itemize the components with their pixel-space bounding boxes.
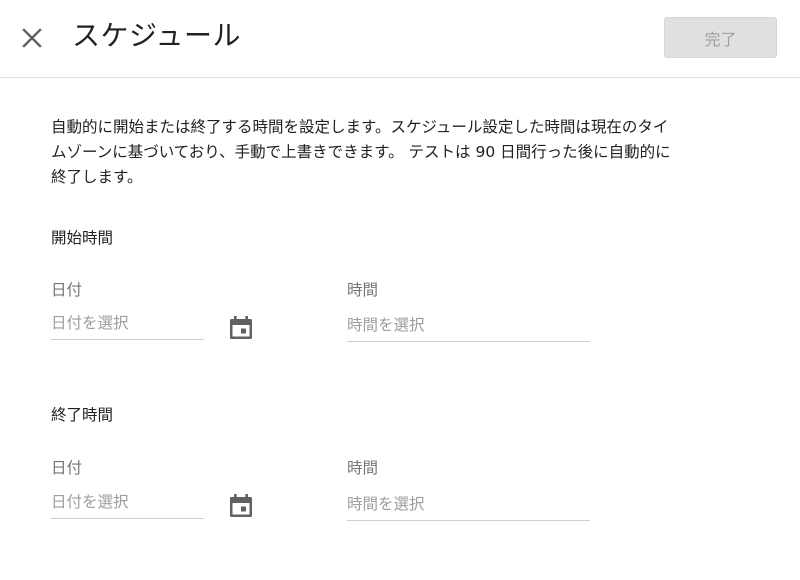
start-date-picker-button[interactable] <box>228 315 254 341</box>
schedule-dialog: スケジュール 完了 自動的に開始または終了する時間を設定します。スケジュール設定… <box>0 0 800 580</box>
end-date-label: 日付 <box>51 459 83 477</box>
done-button[interactable]: 完了 <box>664 17 777 58</box>
end-time-heading: 終了時間 <box>51 406 114 424</box>
start-time-heading: 開始時間 <box>51 229 114 247</box>
end-time-input[interactable]: 時間を選択 <box>347 493 590 521</box>
schedule-description: 自動的に開始または終了する時間を設定します。スケジュール設定した時間は現在のタイ… <box>51 118 671 186</box>
dialog-header: スケジュール 完了 <box>0 0 800 78</box>
calendar-icon <box>230 316 252 339</box>
close-icon <box>22 28 42 48</box>
end-date-input[interactable]: 日付を選択 <box>51 491 204 519</box>
close-button[interactable] <box>18 24 46 52</box>
start-time-input[interactable]: 時間を選択 <box>347 314 590 342</box>
page-title: スケジュール <box>72 19 242 52</box>
calendar-icon <box>230 494 252 517</box>
end-date-picker-button[interactable] <box>228 493 254 519</box>
start-date-label: 日付 <box>51 281 83 299</box>
start-time-label: 時間 <box>347 281 379 299</box>
end-time-label: 時間 <box>347 459 379 477</box>
start-date-input[interactable]: 日付を選択 <box>51 312 204 340</box>
